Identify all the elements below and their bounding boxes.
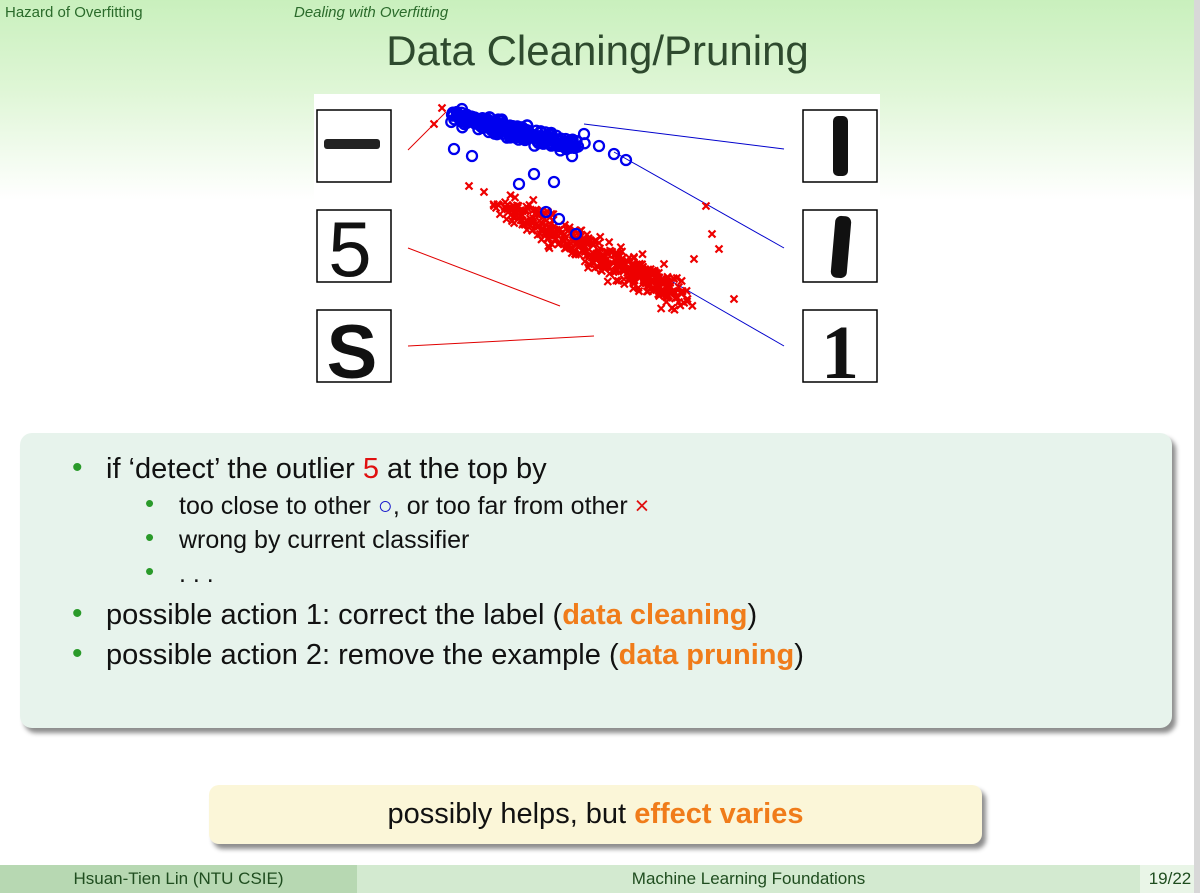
svg-text:S: S [327,310,378,390]
digit-image-right-3: 1 [802,309,878,390]
bullet-data-pruning: • possible action 2: remove the example … [72,635,804,675]
sub-bullet-distance: • too close to other ○, or too far from … [145,488,650,520]
circle-symbol-icon: ○ [377,492,393,520]
main-content-box: • if ‘detect’ the outlier 5 at the top b… [20,433,1172,728]
bullet-icon: • [145,522,155,552]
bullet-icon: • [72,451,83,484]
sub-bullet-ellipsis: • . . . [145,556,214,588]
sub-bullet-list: • too close to other ○, or too far from … [106,488,804,591]
digit-image-left-2: 5 [316,205,392,293]
svg-text:5: 5 [328,205,371,293]
highlight-five: 5 [362,453,379,485]
footer-course: Machine Learning Foundations [357,865,1140,893]
bullet-list: • if ‘detect’ the outlier 5 at the top b… [72,449,804,675]
bullet-icon: • [145,488,155,518]
digit-image-left-3: S [316,309,392,390]
bullet-data-cleaning: • possible action 1: correct the label (… [72,595,804,635]
bullet-icon: • [72,637,83,670]
digit-image-right-1: l [802,109,878,183]
bullet-icon: • [72,597,83,630]
window-edge [1194,0,1200,893]
digit-image-left-1: − [316,109,392,183]
highlight-data-cleaning: data cleaning [562,599,748,631]
scatter-figure: − 5 S l l 1 [314,94,880,390]
bullet-detect-outlier: • if ‘detect’ the outlier 5 at the top b… [72,449,804,591]
highlight-data-pruning: data pruning [618,639,795,671]
svg-text:1: 1 [821,311,859,390]
page-number: 19/22 [1140,865,1200,893]
digit-image-right-2: l [802,209,878,283]
highlight-effect-varies: effect varies [634,798,804,830]
sub-bullet-classifier: • wrong by current classifier [145,522,470,554]
slide-title: Data Cleaning/Pruning [386,27,809,74]
nav-subsection[interactable]: Dealing with Overfitting [294,4,448,21]
footer-author: Hsuan-Tien Lin (NTU CSIE) [0,865,357,893]
note-box: possibly helps, but effect varies [209,785,982,844]
cross-symbol-icon: × [634,492,650,520]
nav-section[interactable]: Hazard of Overfitting [5,4,143,21]
footer-bar: Hsuan-Tien Lin (NTU CSIE) Machine Learni… [0,865,1200,893]
bullet-icon: • [145,556,155,586]
